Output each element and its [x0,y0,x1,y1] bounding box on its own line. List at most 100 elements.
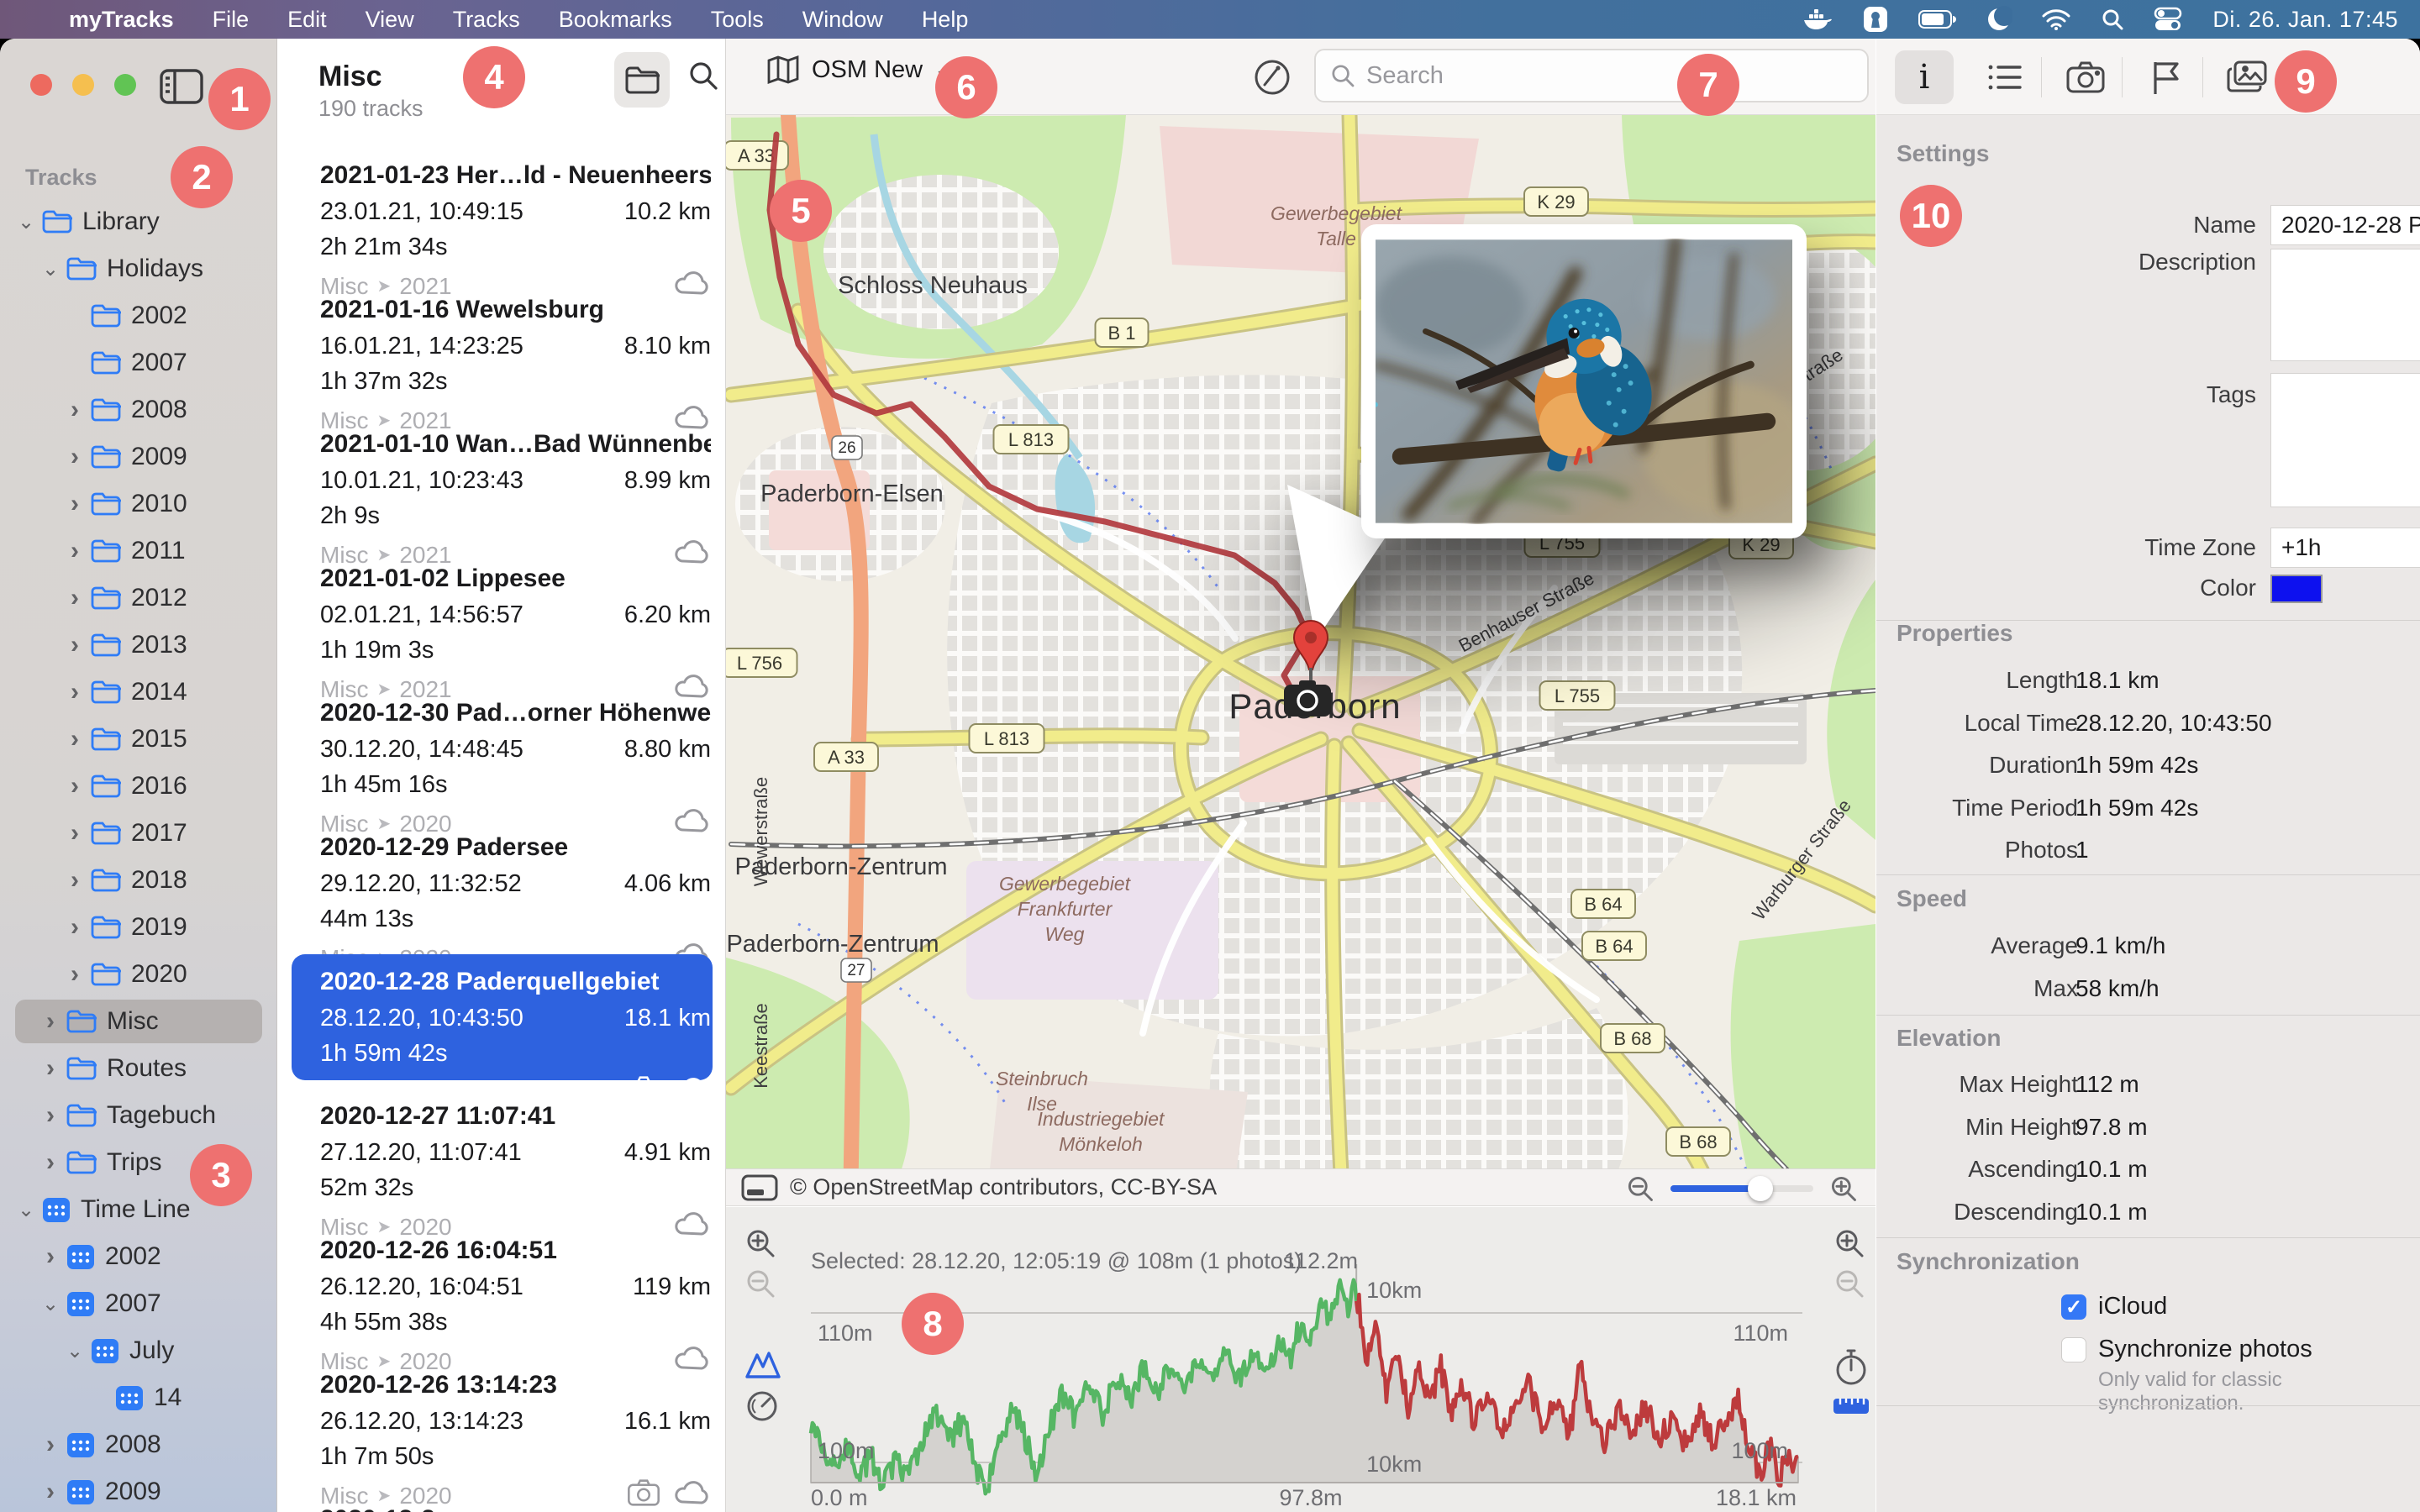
menu-tools[interactable]: Tools [711,7,764,32]
sidebar-item-2013[interactable]: ›2013 [0,622,277,669]
sidebar-item-2014[interactable]: ›2014 [0,669,277,716]
sidebar-item-2007[interactable]: 2007 [0,339,277,386]
tags-textarea[interactable] [2270,373,2420,507]
tab-photos[interactable] [2217,50,2276,104]
chevron-right-icon[interactable]: › [62,396,87,424]
map-view[interactable]: A 33K 29B 1L 813L 755K 29L 756L 755A 33L… [726,115,1876,1206]
docker-icon[interactable] [1802,7,1833,32]
sync-photos-checkbox[interactable] [2061,1337,2086,1362]
chevron-right-icon[interactable]: › [62,443,87,471]
map-search-input[interactable]: Search [1314,49,1869,102]
sidebar-item-2010[interactable]: ›2010 [0,480,277,528]
track-search-icon[interactable] [687,59,720,97]
track-list-item[interactable]: 2020-12-27 11:07:4127.12.20, 11:07:414.9… [278,1082,726,1216]
chart-elevation-mode-icon[interactable] [744,1348,781,1384]
chart-zoom-in-icon[interactable] [744,1227,778,1265]
track-list-item[interactable]: 2020-12-29 Padersee29.12.20, 11:32:524.0… [278,813,726,948]
menu-bookmarks[interactable]: Bookmarks [559,7,672,32]
close-button[interactable] [30,74,52,96]
track-list-item[interactable]: 2020-12-26 13:14:2326.12.20, 13:14:2316.… [278,1351,726,1485]
sidebar-item-library[interactable]: ⌄Library [0,198,277,245]
chevron-down-icon[interactable]: ⌄ [62,1339,87,1363]
track-photo-marker-icon[interactable] [1281,680,1334,720]
map-zoom-out-icon[interactable] [1625,1173,1655,1204]
sidebar-item-2009[interactable]: ›2009 [0,1468,277,1512]
menu-clock[interactable]: Di. 26. Jan. 17:45 [2212,7,2398,33]
sidebar-item-2019[interactable]: ›2019 [0,904,277,951]
menu-edit[interactable]: Edit [287,7,327,32]
map-pin-icon[interactable] [1286,617,1336,688]
sidebar-item-2008[interactable]: ›2008 [0,1421,277,1468]
map-layer-dropdown[interactable]: OSM New ⌄ [766,55,950,84]
chart-speed-mode-icon[interactable] [744,1389,780,1428]
chevron-right-icon[interactable]: › [38,1431,63,1459]
sidebar-item-tagebuch[interactable]: ›Tagebuch [0,1092,277,1139]
sidebar-item-holidays[interactable]: ⌄Holidays [0,245,277,292]
chevron-down-icon[interactable]: ⌄ [13,1198,39,1222]
sidebar-item-2020[interactable]: ›2020 [0,951,277,998]
sidebar-item-2007[interactable]: ⌄2007 [0,1280,277,1327]
chart-zoom-out-right-icon[interactable] [1833,1268,1867,1305]
chevron-down-icon[interactable]: ⌄ [38,257,63,281]
color-swatch[interactable] [2270,575,2323,603]
sidebar-item-2017[interactable]: ›2017 [0,810,277,857]
wifi-icon[interactable] [2041,8,2071,31]
chart-zoom-in-right-icon[interactable] [1833,1227,1867,1265]
sidebar-item-2002[interactable]: ›2002 [0,1233,277,1280]
mini-map-toggle-icon[interactable] [741,1174,778,1201]
sidebar-item-2008[interactable]: ›2008 [0,386,277,433]
chart-zoom-out-icon[interactable] [744,1268,778,1305]
track-list-item[interactable]: 2021-01-23 Her…ld - Neuenheerse23.01.21,… [278,141,726,276]
moon-icon[interactable] [1986,6,2012,33]
timezone-input[interactable]: +1h [2270,528,2420,568]
chevron-right-icon[interactable]: › [62,960,87,989]
chevron-right-icon[interactable]: › [62,490,87,518]
map-zoom-slider[interactable] [1670,1185,1813,1192]
chevron-right-icon[interactable]: › [38,1242,63,1271]
track-list-item[interactable]: 2021-01-16 Wewelsburg16.01.21, 14:23:258… [278,276,726,410]
sidebar-item-2002[interactable]: 2002 [0,292,277,339]
chart-time-axis-icon[interactable] [1833,1348,1869,1391]
sidebar-item-2016[interactable]: ›2016 [0,763,277,810]
chevron-right-icon[interactable]: › [38,1148,63,1177]
description-textarea[interactable] [2270,249,2420,361]
chevron-right-icon[interactable]: › [62,631,87,659]
zoom-button[interactable] [114,74,136,96]
chevron-right-icon[interactable]: › [62,819,87,848]
menu-view[interactable]: View [366,7,414,32]
chevron-right-icon[interactable]: › [38,1101,63,1130]
track-list-item[interactable]: 2021-01-10 Wan…Bad Wünnenberg10.01.21, 1… [278,410,726,544]
sidebar-item-2009[interactable]: ›2009 [0,433,277,480]
sidebar-item-routes[interactable]: ›Routes [0,1045,277,1092]
tab-camera[interactable] [2056,50,2115,104]
track-list-item[interactable]: 2020-12-26 16:04:5126.12.20, 16:04:51119… [278,1216,726,1351]
password-icon[interactable] [1861,5,1890,34]
tab-flag[interactable] [2137,50,2196,104]
compass-icon[interactable] [1252,57,1292,102]
sidebar-toggle-icon[interactable] [160,69,203,108]
sidebar-item-2011[interactable]: ›2011 [0,528,277,575]
chevron-right-icon[interactable]: › [62,725,87,753]
menu-tracks[interactable]: Tracks [453,7,520,32]
track-list-item[interactable]: 2020-12-30 Pad…orner Höhenweg30.12.20, 1… [278,679,726,813]
tab-info[interactable]: i [1895,50,1954,104]
sidebar-item-july[interactable]: ⌄July [0,1327,277,1374]
sidebar-item-2012[interactable]: ›2012 [0,575,277,622]
chevron-right-icon[interactable]: › [38,1478,63,1506]
search-icon[interactable] [2100,7,2125,32]
minimize-button[interactable] [72,74,94,96]
battery-icon[interactable] [1918,10,1957,29]
chevron-right-icon[interactable]: › [62,537,87,565]
chevron-right-icon[interactable]: › [62,772,87,801]
chevron-right-icon[interactable]: › [62,678,87,706]
chevron-down-icon[interactable]: ⌄ [38,1292,63,1316]
folder-view-button[interactable] [614,52,670,108]
chevron-right-icon[interactable]: › [38,1054,63,1083]
elevation-chart[interactable]: Selected: 28.12.20, 12:05:19 @ 108m (1 p… [726,1207,1876,1512]
chevron-right-icon[interactable]: › [38,1007,63,1036]
sidebar-item-14[interactable]: 14 [0,1374,277,1421]
photo-callout[interactable] [1361,224,1807,538]
sidebar-item-2015[interactable]: ›2015 [0,716,277,763]
track-list-item[interactable]: 2020-12-2 [278,1485,726,1512]
name-input[interactable]: 2020-12-28 Paderquellgebiet [2270,205,2420,245]
